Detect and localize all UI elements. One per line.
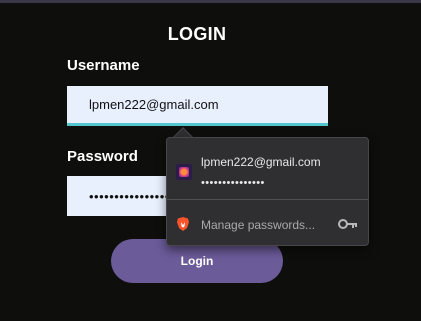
password-label: Password [67,148,138,165]
login-page: LOGIN Username Password Login lpmen222@g… [0,0,421,321]
page-title: LOGIN [167,24,227,44]
password-input[interactable] [67,176,177,216]
key-icon [338,219,357,229]
manage-passwords-item[interactable]: Manage passwords... [167,206,368,242]
brave-lion-icon [177,217,189,231]
autofill-suggestion[interactable]: lpmen222@gmail.com ••••••••••••••• [167,142,368,194]
site-favicon-icon [176,164,192,180]
dropdown-divider [167,199,368,200]
suggestion-password: ••••••••••••••• [201,177,265,189]
username-label: Username [67,57,140,74]
username-input[interactable] [67,86,328,126]
top-border [0,0,421,3]
manage-passwords-label: Manage passwords... [201,218,316,232]
autofill-dropdown: lpmen222@gmail.com ••••••••••••••• Manag… [166,137,369,246]
suggestion-username: lpmen222@gmail.com [201,155,321,169]
